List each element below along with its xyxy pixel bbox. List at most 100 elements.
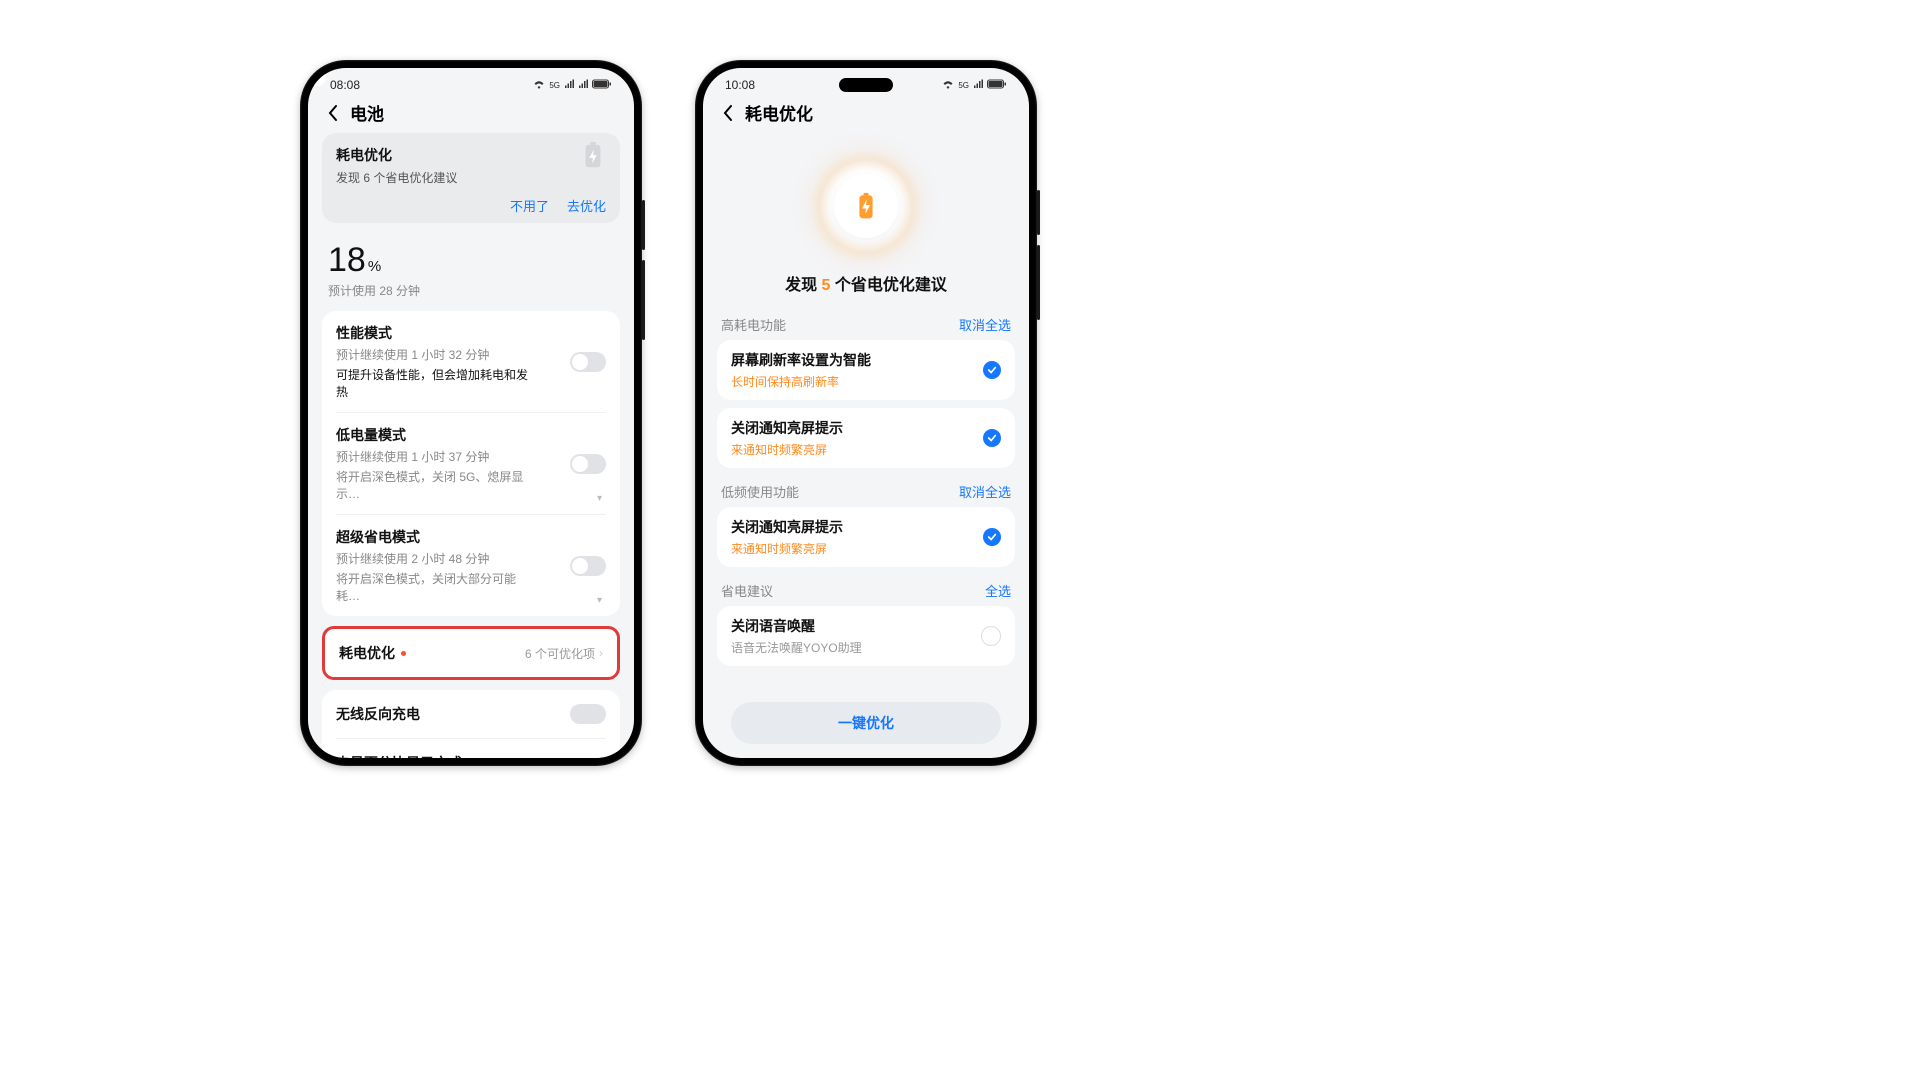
discovery-suffix: 个省电优化建议	[830, 277, 946, 294]
item-voice-wake[interactable]: 关闭语音唤醒 语音无法唤醒YOYO助理	[717, 606, 1015, 666]
content-right: 发现 5 个省电优化建议 高耗电功能 取消全选 屏幕刷新率设置为智能 长时间保持…	[703, 133, 1029, 758]
dismiss-button[interactable]: 不用了	[510, 196, 549, 215]
select-all-button[interactable]: 全选	[985, 581, 1011, 600]
item-title: 屏幕刷新率设置为智能	[731, 350, 871, 370]
status-time: 08:08	[330, 78, 360, 92]
row-percent-display[interactable]: 电量百分比显示方式 不显示 ›	[322, 739, 620, 758]
row-right-label: 6 个可优化项	[525, 645, 595, 662]
mode-desc: 将开启深色模式，关闭 5G、熄屏显示…	[336, 468, 536, 502]
discovery-prefix: 发现	[785, 277, 821, 294]
toggle-performance[interactable]	[570, 352, 606, 372]
battery-estimate: 预计使用 28 分钟	[328, 282, 614, 299]
checkbox-checked[interactable]	[983, 429, 1001, 447]
settings-card: 无线反向充电 电量百分比显示方式 不显示 › 更多电池设置 ›	[322, 690, 620, 758]
deselect-all-button[interactable]: 取消全选	[959, 315, 1011, 334]
screen-left: 08:08 5G	[308, 68, 634, 758]
battery-icon	[987, 79, 1007, 92]
toggle-low-power[interactable]	[570, 454, 606, 474]
checkbox-checked[interactable]	[983, 361, 1001, 379]
section-tip-header: 省电建议 全选	[717, 575, 1015, 606]
item-notify-1[interactable]: 关闭通知亮屏提示 来通知时频繁亮屏	[717, 408, 1015, 468]
wifi-icon	[533, 79, 545, 92]
suggestion-title: 耗电优化	[336, 145, 606, 165]
signal-icon	[973, 79, 983, 92]
toggle-super-saver[interactable]	[570, 556, 606, 576]
item-sub: 来通知时频繁亮屏	[731, 441, 843, 458]
page-title: 电池	[350, 100, 384, 125]
mode-sub: 预计继续使用 2 小时 48 分钟	[336, 550, 606, 567]
item-title: 关闭通知亮屏提示	[731, 418, 843, 438]
red-dot-icon	[401, 651, 406, 656]
signal-label: 5G	[549, 81, 560, 90]
mode-performance[interactable]: 性能模式 预计继续使用 1 小时 32 分钟 可提升设备性能，但会增加耗电和发热	[322, 311, 620, 412]
phone-right: 10:08 5G 耗电优化	[695, 60, 1037, 766]
signal-icon	[564, 79, 574, 92]
side-button-icon	[1037, 245, 1040, 320]
discovery-text: 发现 5 个省电优化建议	[717, 271, 1015, 295]
chevron-down-icon[interactable]: ▾	[597, 595, 602, 606]
row-right-label: 不显示	[562, 755, 598, 759]
mode-title: 性能模式	[336, 323, 606, 343]
modes-card: 性能模式 预计继续使用 1 小时 32 分钟 可提升设备性能，但会增加耗电和发热…	[322, 311, 620, 616]
dynamic-island-icon	[839, 78, 893, 92]
mode-low-power[interactable]: 低电量模式 预计继续使用 1 小时 37 分钟 将开启深色模式，关闭 5G、熄屏…	[322, 413, 620, 514]
side-button-icon	[642, 260, 645, 340]
battery-level: 18 % 预计使用 28 分钟	[322, 237, 620, 311]
checkbox-checked[interactable]	[983, 528, 1001, 546]
stage: 08:08 5G	[0, 0, 1440, 810]
row-optimize[interactable]: 耗电优化 6 个可优化项 ›	[325, 629, 617, 677]
halo-wrap	[717, 133, 1015, 271]
optimize-all-button[interactable]: 一键优化	[731, 702, 1001, 744]
row-title-label: 电量百分比显示方式	[336, 753, 462, 758]
mode-desc: 将开启深色模式，关闭大部分可能耗…	[336, 570, 536, 604]
back-button[interactable]	[717, 102, 739, 124]
section-title: 高耗电功能	[721, 315, 786, 334]
mode-sub: 预计继续使用 1 小时 37 分钟	[336, 448, 606, 465]
item-title: 关闭通知亮屏提示	[731, 517, 843, 537]
back-button[interactable]	[322, 102, 344, 124]
mode-sub: 预计继续使用 1 小时 32 分钟	[336, 346, 606, 363]
wifi-icon	[942, 79, 954, 92]
item-notify-2[interactable]: 关闭通知亮屏提示 来通知时频繁亮屏	[717, 507, 1015, 567]
section-high-header: 高耗电功能 取消全选	[717, 309, 1015, 340]
battery-value: 18	[328, 241, 366, 280]
chevron-down-icon[interactable]: ▾	[597, 493, 602, 504]
battery-icon	[592, 79, 612, 92]
suggestion-card: 耗电优化 发现 6 个省电优化建议 不用了 去优化	[322, 133, 620, 223]
content-left: 耗电优化 发现 6 个省电优化建议 不用了 去优化 18 % 预计使	[308, 133, 634, 758]
deselect-all-button[interactable]: 取消全选	[959, 482, 1011, 501]
signal-icon	[578, 79, 588, 92]
phone-left: 08:08 5G	[300, 60, 642, 766]
glow-icon	[811, 151, 921, 261]
item-sub: 长时间保持高刷新率	[731, 373, 871, 390]
optimize-button[interactable]: 去优化	[567, 196, 606, 215]
suggestion-subtitle: 发现 6 个省电优化建议	[336, 169, 606, 186]
item-title: 关闭语音唤醒	[731, 616, 862, 636]
mode-title: 超级省电模式	[336, 527, 606, 547]
row-title-label: 耗电优化	[339, 643, 395, 663]
battery-bolt-icon	[580, 143, 606, 169]
checkbox-empty[interactable]	[981, 626, 1001, 646]
optimize-row-highlighted: 耗电优化 6 个可优化项 ›	[322, 626, 620, 680]
section-low-header: 低频使用功能 取消全选	[717, 476, 1015, 507]
status-right: 5G	[942, 79, 1007, 92]
item-sub: 来通知时频繁亮屏	[731, 540, 843, 557]
battery-unit: %	[368, 258, 381, 275]
row-title-label: 无线反向充电	[336, 704, 420, 724]
mode-desc: 可提升设备性能，但会增加耗电和发热	[336, 366, 536, 400]
status-time: 10:08	[725, 78, 755, 92]
page-title: 耗电优化	[745, 100, 813, 125]
suggestion-actions: 不用了 去优化	[336, 196, 606, 215]
item-refresh-rate[interactable]: 屏幕刷新率设置为智能 长时间保持高刷新率	[717, 340, 1015, 400]
chevron-right-icon: ›	[599, 646, 603, 660]
nav-header: 电池	[308, 94, 634, 133]
section-title: 低频使用功能	[721, 482, 799, 501]
mode-super-saver[interactable]: 超级省电模式 预计继续使用 2 小时 48 分钟 将开启深色模式，关闭大部分可能…	[322, 515, 620, 616]
status-right: 5G	[533, 79, 612, 92]
row-reverse-charge[interactable]: 无线反向充电	[322, 690, 620, 738]
battery-bolt-icon	[834, 174, 898, 238]
status-bar: 08:08 5G	[308, 68, 634, 94]
toggle-reverse-charge[interactable]	[570, 704, 606, 724]
section-title: 省电建议	[721, 581, 773, 600]
side-button-icon	[642, 200, 645, 250]
